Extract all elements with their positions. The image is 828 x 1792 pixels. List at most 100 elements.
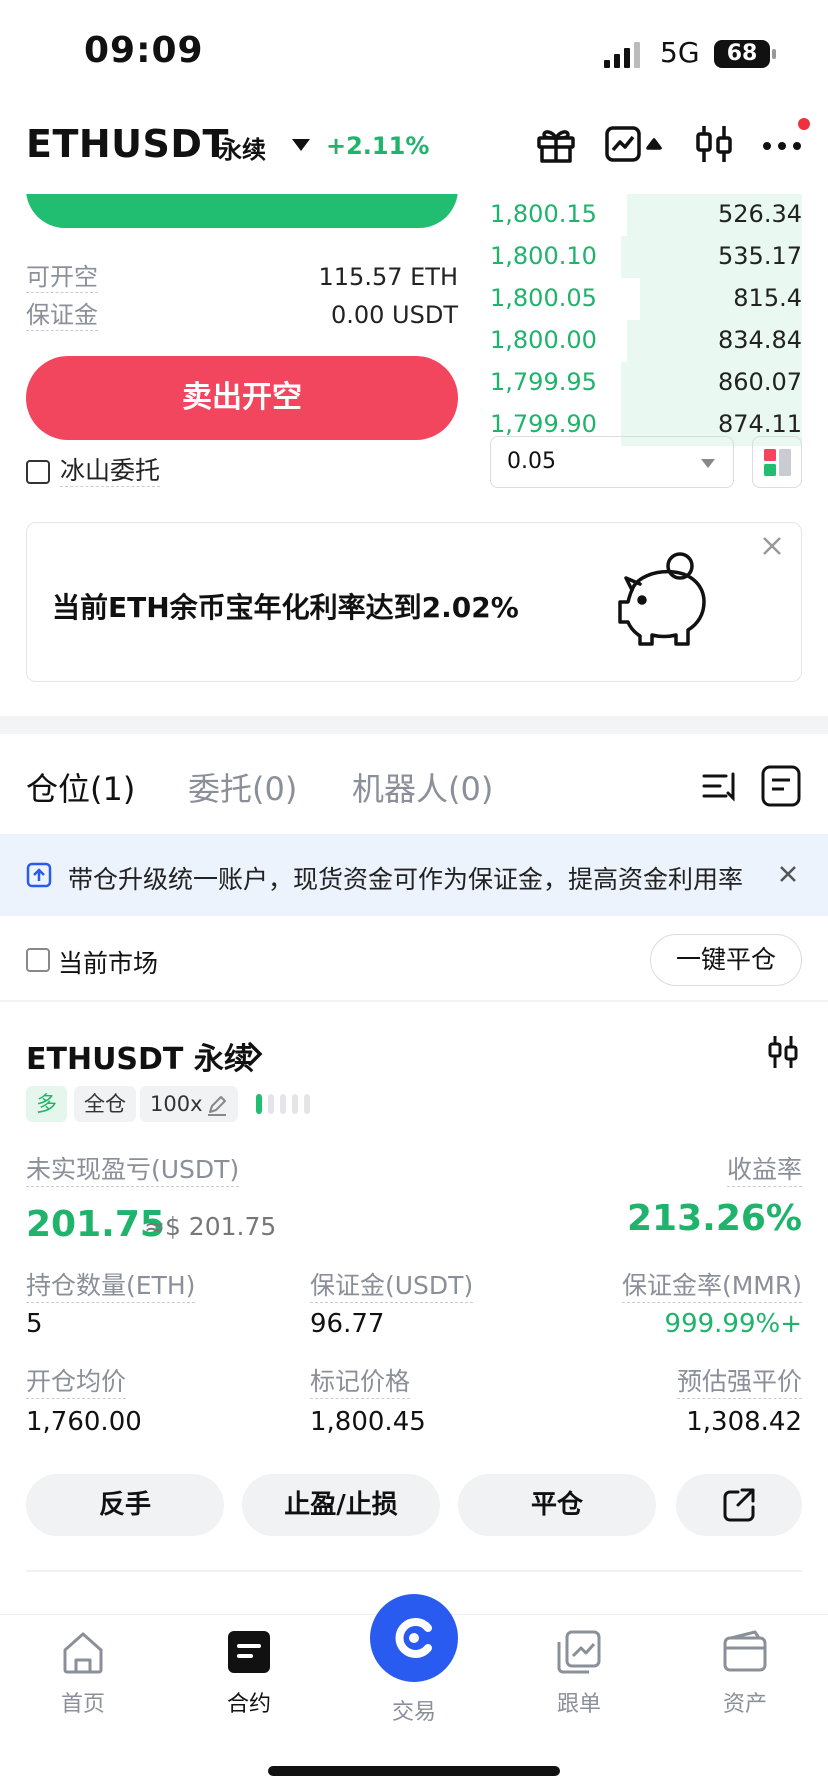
nav-copy-trade[interactable]: 跟单 — [524, 1628, 634, 1718]
upgrade-notice-text: 带仓升级统一账户，现货资金可作为保证金，提高资金利用率 — [68, 865, 744, 894]
margin-value: 0.00 USDT — [330, 301, 458, 329]
unrealized-pnl-usd: ≈$ 201.75 — [144, 1212, 277, 1241]
open-short-label: 可开空 — [26, 263, 98, 293]
home-icon — [63, 1632, 103, 1674]
order-book-row[interactable]: 1,800.00 834.84 — [490, 320, 802, 362]
position-margin-value: 96.77 — [310, 1309, 385, 1339]
open-short-value: 115.57 ETH — [318, 263, 458, 291]
nav-futures-label: 合约 — [226, 1692, 271, 1717]
divider — [0, 1000, 828, 1002]
order-price: 1,800.00 — [490, 326, 597, 354]
sort-icon[interactable] — [700, 766, 740, 806]
order-qty: 526.34 — [718, 200, 802, 228]
dropdown-caret-icon — [701, 459, 715, 468]
trade-icon — [395, 1618, 432, 1658]
position-margin-label: 保证金(USDT) — [310, 1270, 474, 1303]
margin-mode-tag: 全仓 — [74, 1086, 136, 1122]
more-icon[interactable] — [760, 122, 804, 166]
precision-value: 0.05 — [507, 449, 556, 474]
history-doc-icon[interactable] — [760, 764, 802, 808]
futures-icon — [228, 1631, 270, 1673]
copy-trade-icon — [557, 1630, 601, 1674]
order-price: 1,799.90 — [490, 410, 597, 438]
candlestick-icon[interactable] — [692, 122, 736, 166]
chevron-down-icon — [292, 139, 310, 151]
piggy-bank-icon — [604, 550, 714, 654]
divider — [26, 1570, 802, 1572]
mark-price-value: 1,800.45 — [310, 1407, 426, 1437]
liq-price-value: 1,308.42 — [686, 1407, 802, 1437]
leverage-value: 100x — [150, 1092, 203, 1116]
price-change-overlay: +2.11% — [326, 132, 430, 160]
side-tag: 多 — [26, 1086, 67, 1122]
pair-title-overlay: ETHUSDT — [26, 122, 229, 166]
tab-orders[interactable]: 委托(0) — [188, 764, 297, 810]
signal-icon — [604, 42, 644, 68]
unrealized-pnl-label: 未实现盈亏(USDT) — [26, 1154, 240, 1187]
order-qty: 860.07 — [718, 368, 802, 396]
margin-label: 保证金 — [26, 301, 98, 331]
mark-price-label: 标记价格 — [310, 1366, 411, 1399]
chevron-right-icon[interactable] — [246, 1040, 264, 1068]
nav-trade-button[interactable] — [370, 1594, 458, 1682]
nav-home[interactable]: 首页 — [28, 1628, 138, 1718]
close-position-button[interactable]: 平仓 — [458, 1474, 656, 1536]
order-qty: 874.11 — [718, 410, 802, 438]
order-qty: 815.4 — [733, 284, 802, 312]
order-price: 1,800.15 — [490, 200, 597, 228]
close-icon[interactable] — [760, 534, 784, 558]
nav-assets-label: 资产 — [722, 1692, 767, 1717]
earn-banner-text: 当前ETH余币宝年化利率达到2.02% — [52, 591, 519, 624]
upgrade-icon — [26, 862, 52, 888]
order-book-row[interactable]: 1,799.95 860.07 — [490, 362, 802, 404]
mmr-value: 999.99%+ — [664, 1309, 802, 1339]
adl-indicator — [256, 1092, 316, 1116]
sell-open-short-button[interactable]: 卖出开空 — [26, 356, 458, 440]
iceberg-label: 冰山委托 — [60, 456, 161, 487]
position-qty-value: 5 — [26, 1309, 43, 1339]
liq-price-label: 预估强平价 — [676, 1366, 802, 1399]
gift-icon[interactable] — [534, 122, 578, 166]
entry-price-value: 1,760.00 — [26, 1407, 142, 1437]
nav-assets[interactable]: 资产 — [690, 1628, 800, 1718]
battery-indicator: 68 — [714, 40, 776, 68]
home-indicator — [268, 1766, 560, 1776]
order-book-layout-button[interactable] — [752, 436, 802, 488]
current-market-checkbox[interactable] — [26, 948, 50, 972]
close-icon[interactable] — [778, 864, 798, 884]
network-type: 5G — [660, 36, 700, 69]
nav-futures[interactable]: 合约 — [194, 1628, 304, 1718]
notification-dot — [798, 118, 810, 130]
status-time: 09:09 — [84, 30, 204, 71]
nav-trade-label: 交易 — [391, 1700, 436, 1725]
nav-copy-trade-label: 跟单 — [556, 1692, 601, 1717]
position-title[interactable]: ETHUSDT 永续 — [26, 1034, 254, 1078]
candlestick-icon[interactable] — [766, 1034, 800, 1070]
edit-icon[interactable] — [206, 1094, 228, 1116]
roe-value: 213.26% — [627, 1198, 802, 1239]
nav-trade[interactable]: 交易 — [359, 1684, 469, 1726]
tab-bots[interactable]: 机器人(0) — [352, 764, 493, 810]
position-qty-label: 持仓数量(ETH) — [26, 1270, 196, 1303]
contract-type-overlay: 永续 — [218, 136, 266, 164]
order-price: 1,799.95 — [490, 368, 597, 396]
order-qty: 834.84 — [718, 326, 802, 354]
reverse-button[interactable]: 反手 — [26, 1474, 224, 1536]
chart-trend-icon[interactable] — [604, 122, 662, 166]
tab-positions[interactable]: 仓位(1) — [26, 764, 135, 810]
order-price: 1,800.10 — [490, 242, 597, 270]
section-divider — [0, 716, 828, 734]
roe-label: 收益率 — [726, 1154, 802, 1187]
order-book-row[interactable]: 1,800.10 535.17 — [490, 236, 802, 278]
order-book-row[interactable]: 1,800.05 815.4 — [490, 278, 802, 320]
entry-price-label: 开仓均价 — [26, 1366, 127, 1399]
order-qty: 535.17 — [718, 242, 802, 270]
tp-sl-button[interactable]: 止盈/止损 — [242, 1474, 440, 1536]
close-all-button[interactable]: 一键平仓 — [650, 934, 802, 986]
share-button[interactable] — [676, 1474, 802, 1536]
wallet-icon — [723, 1630, 767, 1672]
precision-select[interactable]: 0.05 — [490, 436, 734, 488]
iceberg-checkbox[interactable] — [26, 460, 50, 484]
order-book-row[interactable]: 1,800.15 526.34 — [490, 194, 802, 236]
nav-home-label: 首页 — [60, 1692, 105, 1717]
